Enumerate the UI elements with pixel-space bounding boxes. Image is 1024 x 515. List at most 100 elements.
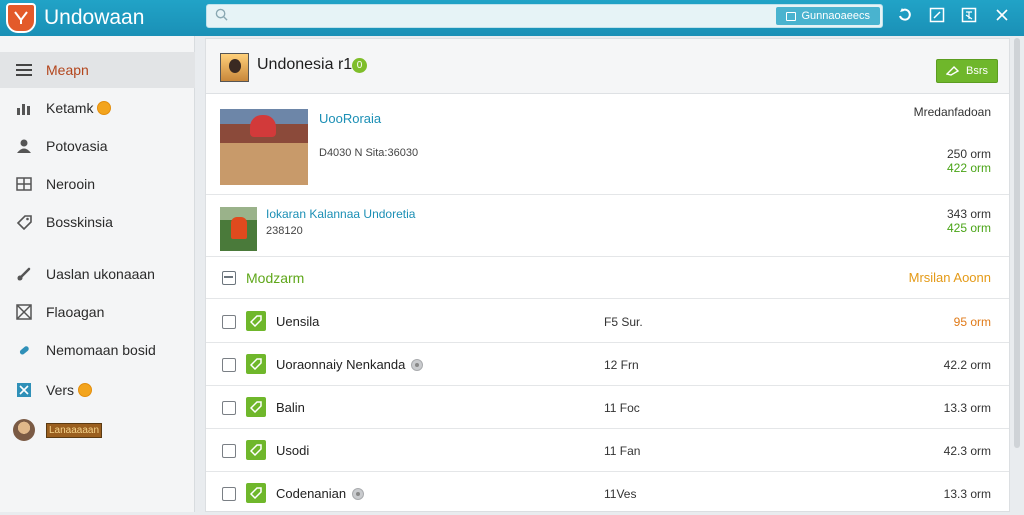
section-header: Modzarm Mrsilan Aoonn xyxy=(206,257,1009,299)
row-name-text: Uoraonnaiy Nenkanda xyxy=(276,357,406,372)
row-mid-value: 11Ves xyxy=(604,487,637,501)
sidebar-item-label: Lanaaaaan xyxy=(46,422,103,438)
table-row[interactable]: Codenanian 11Ves 13.3 orm xyxy=(206,472,1009,515)
refresh-icon[interactable] xyxy=(896,6,914,24)
notification-dot xyxy=(97,101,112,115)
table-row[interactable]: Balin 11 Foc 13.3 orm xyxy=(206,386,1009,429)
translate-icon[interactable] xyxy=(960,6,978,24)
status-badge: 0 xyxy=(352,58,367,73)
post-thumbnail[interactable] xyxy=(220,207,257,251)
sidebar-item-label: Potovasia xyxy=(46,138,108,154)
sidebar-item-label: Flaoagan xyxy=(46,304,105,320)
row-checkbox[interactable] xyxy=(222,315,236,329)
edit-icon[interactable] xyxy=(928,6,946,24)
row-checkbox[interactable] xyxy=(222,487,236,501)
sidebar-item-label: Ketamk xyxy=(46,100,94,116)
top-bar: Undowaan Gunnaoaeecs xyxy=(0,0,1024,36)
table-row[interactable]: Uensila F5 Sur. 95 orm xyxy=(206,300,1009,343)
post-title-link[interactable]: UooRoraia xyxy=(319,111,381,126)
sidebar-item-label: Vers xyxy=(46,382,75,398)
row-value: 13.3 orm xyxy=(943,487,991,501)
sidebar-item-label: Nerooin xyxy=(46,176,96,192)
sidebar-item-tags[interactable]: Bosskinsia xyxy=(0,204,195,240)
row-checkbox[interactable] xyxy=(222,401,236,415)
notification-dot xyxy=(78,383,93,397)
avatar xyxy=(13,419,35,441)
sidebar-item-grid[interactable]: Nerooin xyxy=(0,166,195,202)
row-name: Usodi xyxy=(276,443,309,458)
post-card[interactable]: Iokaran Kalannaa Undoretia 238120 343 or… xyxy=(206,195,1009,257)
row-name-text: Codenanian xyxy=(276,486,347,501)
section-title: Modzarm xyxy=(246,270,305,286)
row-name: Uensila xyxy=(276,314,319,329)
chip-box-icon xyxy=(785,11,796,21)
post-stat-sub: 422 orm xyxy=(946,161,991,175)
sidebar-item-label: Meapn xyxy=(46,62,89,78)
section-action-link[interactable]: Mrsilan Aoonn xyxy=(909,270,991,285)
chart-icon xyxy=(15,100,33,116)
post-card[interactable]: UooRoraia D4030 N Sita:36030 Mredanfadoa… xyxy=(206,95,1009,195)
row-checkbox[interactable] xyxy=(222,358,236,372)
app-title: Undowaan xyxy=(44,6,145,29)
sidebar-item-menu[interactable]: Meapn xyxy=(0,52,195,88)
info-icon[interactable] xyxy=(411,358,424,371)
tag-icon xyxy=(246,311,266,331)
search-filter-chip-label: Gunnaoaeecs xyxy=(801,10,871,22)
post-meta: D4030 N Sita:36030 xyxy=(319,147,419,159)
table-row[interactable]: Uoraonnaiy Nenkanda 12 Frn 42.2 orm xyxy=(206,343,1009,386)
grid-icon xyxy=(15,176,33,192)
plug-icon xyxy=(15,342,33,358)
sidebar-item-images[interactable]: Flaoagan xyxy=(0,294,195,330)
post-thumbnail[interactable] xyxy=(220,109,308,185)
tag-icon xyxy=(246,440,266,460)
search-bar[interactable]: Gunnaoaeecs xyxy=(206,4,883,28)
row-name-text: Uensila xyxy=(276,314,320,329)
post-stats: 250 orm 422 orm xyxy=(947,147,991,175)
sidebar: Meapn Ketamk Potovasia Nerooin Bosskinsi… xyxy=(0,36,195,512)
sidebar-item-links[interactable]: Uaslan ukonaaan xyxy=(0,256,195,292)
primary-button-label: Bsrs xyxy=(966,65,988,77)
tag-icon xyxy=(15,214,33,230)
image-icon xyxy=(15,304,33,320)
scrollbar[interactable] xyxy=(1012,38,1022,512)
row-name: Uoraonnaiy Nenkanda xyxy=(276,357,424,372)
sidebar-item-people[interactable]: Potovasia xyxy=(0,128,195,164)
search-filter-chip[interactable]: Gunnaoaeecs xyxy=(775,7,880,25)
tag-icon xyxy=(246,354,266,374)
tag-icon xyxy=(246,483,266,503)
scrollbar-thumb[interactable] xyxy=(1014,38,1020,448)
post-stat-value: 343 orm xyxy=(946,207,991,221)
row-mid-value: 12 Frn xyxy=(604,358,639,372)
post-stat-value: 250 orm xyxy=(946,147,991,161)
sidebar-item-stats[interactable]: Ketamk xyxy=(0,90,195,126)
table-row[interactable]: Usodi 11 Fan 42.3 orm xyxy=(206,429,1009,472)
primary-button[interactable]: Bsrs xyxy=(936,59,998,83)
sidebar-item-label: Bosskinsia xyxy=(46,214,113,230)
person-icon xyxy=(15,138,33,154)
post-meta: 238120 xyxy=(266,225,303,237)
main-panel: Undonesia r1 0 Bsrs UooRoraia D4030 N Si… xyxy=(205,38,1010,512)
page-title: Undonesia r1 xyxy=(257,56,353,73)
close-icon[interactable] xyxy=(993,6,1011,24)
sidebar-item-share[interactable]: Vers xyxy=(0,372,195,408)
share-icon xyxy=(15,382,33,398)
avatar[interactable] xyxy=(220,53,249,82)
row-name: Codenanian xyxy=(276,486,365,501)
row-value: 42.3 orm xyxy=(943,444,991,458)
brand[interactable]: Undowaan xyxy=(6,3,144,33)
post-title-link[interactable]: Iokaran Kalannaa Undoretia xyxy=(266,207,415,221)
row-name: Balin xyxy=(276,400,305,415)
info-icon[interactable] xyxy=(352,487,365,500)
row-name-text: Usodi xyxy=(276,443,310,458)
tag-icon xyxy=(246,397,266,417)
page-header: Undonesia r1 0 Bsrs xyxy=(206,39,1009,94)
sidebar-item-profile[interactable]: Lanaaaaan xyxy=(0,412,195,448)
row-mid-value: 11 Fan xyxy=(604,444,641,458)
select-all-checkbox[interactable] xyxy=(222,271,236,285)
post-right-label: Mredanfadoan xyxy=(913,105,991,119)
sidebar-item-plugins[interactable]: Nemomaan bosid xyxy=(0,332,195,368)
row-checkbox[interactable] xyxy=(222,444,236,458)
search-icon xyxy=(215,8,228,21)
pencil-icon xyxy=(946,66,960,76)
app-logo-icon xyxy=(6,3,36,33)
